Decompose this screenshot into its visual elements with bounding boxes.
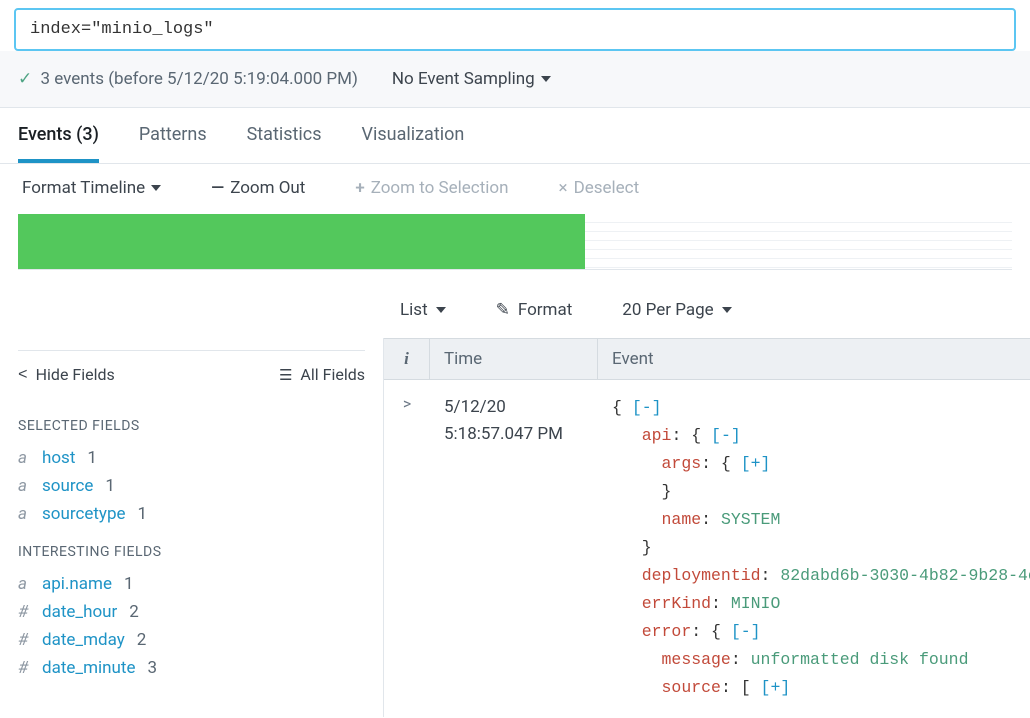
selected-fields-title: SELECTED FIELDS [18, 418, 365, 434]
list-icon: ☰ [279, 366, 292, 384]
field-type-icon: a [18, 476, 34, 496]
field-api-name[interactable]: a api.name 1 [18, 570, 365, 598]
zoom-out-button[interactable]: — Zoom Out [211, 178, 305, 198]
timeline-histogram[interactable] [18, 214, 1012, 270]
chevron-down-icon [541, 76, 551, 82]
all-fields-button[interactable]: ☰ All Fields [279, 365, 365, 384]
event-time-cell: 5/12/20 5:18:57.047 PM [430, 380, 598, 717]
chevron-down-icon [436, 307, 446, 313]
check-icon: ✓ [18, 69, 32, 89]
chevron-down-icon [151, 185, 161, 191]
timeline-controls: Format Timeline — Zoom Out + Zoom to Sel… [0, 164, 1030, 208]
field-date-mday[interactable]: # date_mday 2 [18, 626, 365, 654]
minus-icon: — [211, 178, 224, 198]
field-source[interactable]: a source 1 [18, 472, 365, 500]
timeline-bar [18, 214, 585, 269]
tab-visualization[interactable]: Visualization [362, 124, 465, 163]
field-type-icon: # [18, 630, 34, 650]
events-table-header: i Time Event [384, 338, 1030, 380]
chevron-down-icon [722, 307, 732, 313]
field-type-icon: # [18, 602, 34, 622]
event-raw-cell[interactable]: { [-] api: { [-] args: { [+] } name: SYS… [598, 380, 1030, 717]
collapse-toggle[interactable]: [-] [632, 398, 662, 417]
field-type-icon: a [18, 574, 34, 594]
field-sourcetype[interactable]: a sourcetype 1 [18, 500, 365, 528]
chevron-right-icon: > [403, 394, 411, 413]
search-input[interactable]: index="minio_logs" [14, 8, 1016, 51]
field-date-hour[interactable]: # date_hour 2 [18, 598, 365, 626]
tab-statistics[interactable]: Statistics [247, 124, 322, 163]
status-events: ✓ 3 events (before 5/12/20 5:19:04.000 P… [18, 69, 358, 89]
field-host[interactable]: a host 1 [18, 444, 365, 472]
time-column-header[interactable]: Time [430, 339, 598, 379]
results-display-controls: List ✎ Format 20 Per Page [0, 270, 1030, 338]
interesting-fields-title: INTERESTING FIELDS [18, 544, 365, 560]
field-type-icon: # [18, 658, 34, 678]
close-icon: × [558, 178, 567, 198]
collapse-toggle[interactable]: [-] [731, 622, 761, 641]
status-text: 3 events (before 5/12/20 5:19:04.000 PM) [40, 69, 357, 89]
events-table: i Time Event > 5/12/20 5:18:57.047 PM { … [383, 338, 1030, 717]
expand-toggle[interactable]: [+] [741, 454, 771, 473]
expand-event-button[interactable]: > [384, 380, 430, 717]
zoom-to-selection-button: + Zoom to Selection [355, 178, 508, 198]
format-button[interactable]: ✎ Format [496, 300, 573, 320]
format-timeline-dropdown[interactable]: Format Timeline [22, 178, 161, 198]
event-sampling-dropdown[interactable]: No Event Sampling [392, 69, 551, 89]
field-type-icon: a [18, 504, 34, 524]
chevron-left-icon: < [18, 366, 28, 384]
hide-fields-button[interactable]: < Hide Fields [18, 365, 115, 384]
pencil-icon: ✎ [496, 300, 510, 320]
info-column-header[interactable]: i [384, 339, 430, 379]
status-bar: ✓ 3 events (before 5/12/20 5:19:04.000 P… [0, 51, 1030, 108]
results-tabs: Events (3) Patterns Statistics Visualiza… [0, 108, 1030, 164]
field-date-minute[interactable]: # date_minute 3 [18, 654, 365, 682]
fields-sidebar: < Hide Fields ☰ All Fields SELECTED FIEL… [0, 338, 383, 717]
event-row: > 5/12/20 5:18:57.047 PM { [-] api: { [-… [384, 380, 1030, 717]
deselect-button: × Deselect [558, 178, 639, 198]
collapse-toggle[interactable]: [-] [711, 426, 741, 445]
expand-toggle[interactable]: [+] [761, 678, 791, 697]
per-page-dropdown[interactable]: 20 Per Page [622, 300, 731, 320]
tab-events[interactable]: Events (3) [18, 124, 99, 163]
plus-icon: + [355, 178, 364, 198]
field-type-icon: a [18, 448, 34, 468]
list-mode-dropdown[interactable]: List [400, 300, 446, 320]
event-column-header[interactable]: Event [598, 339, 1030, 379]
tab-patterns[interactable]: Patterns [139, 124, 207, 163]
